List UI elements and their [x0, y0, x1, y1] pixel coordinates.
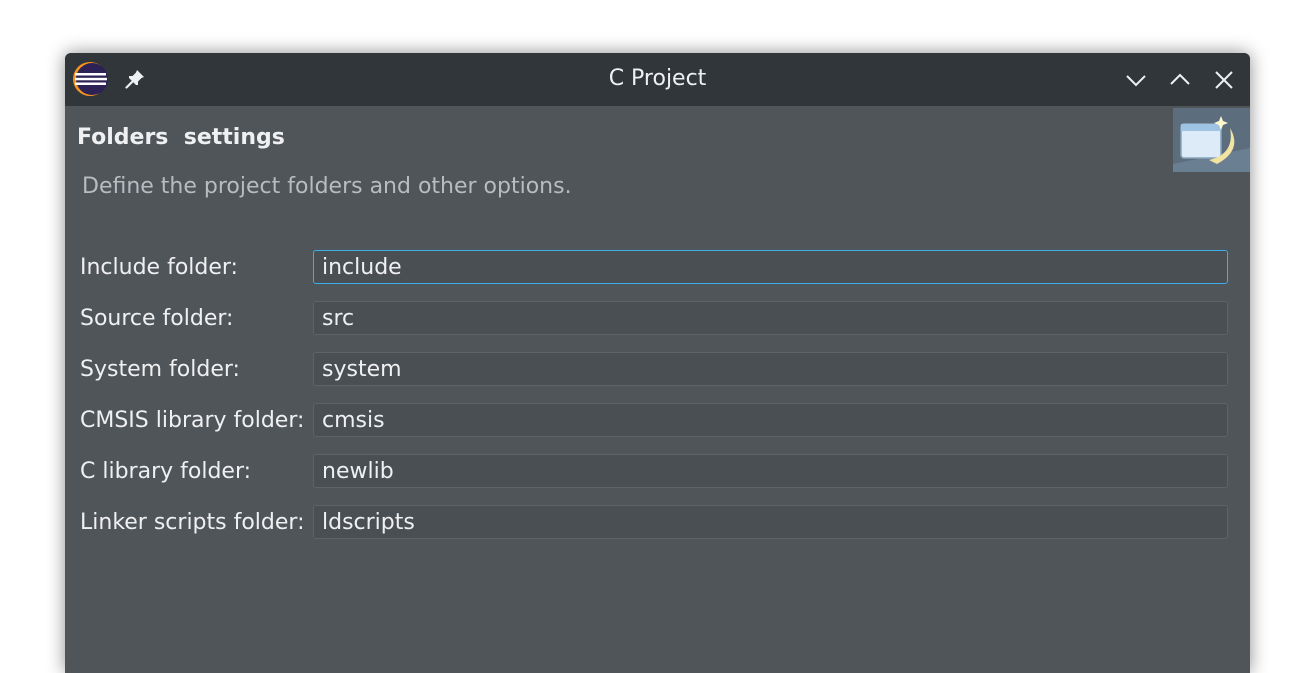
c-library-folder-label: C library folder:	[80, 459, 252, 484]
dialog-window: C Project Folders settings Define the pr…	[65, 53, 1250, 673]
cmsis-library-folder-label: CMSIS library folder:	[80, 408, 305, 433]
wizard-banner-icon	[1173, 108, 1250, 172]
include-folder-input[interactable]	[313, 250, 1228, 284]
linker-scripts-folder-label: Linker scripts folder:	[80, 510, 305, 535]
minimize-icon[interactable]	[1122, 66, 1150, 94]
include-folder-label: Include folder:	[80, 255, 238, 280]
page-title: Folders settings	[77, 125, 285, 150]
linker-scripts-folder-input[interactable]	[313, 505, 1228, 539]
source-folder-label: Source folder:	[80, 306, 234, 331]
maximize-icon[interactable]	[1166, 66, 1194, 94]
close-icon[interactable]	[1210, 66, 1238, 94]
system-folder-input[interactable]	[313, 352, 1228, 386]
c-library-folder-input[interactable]	[313, 454, 1228, 488]
system-folder-label: System folder:	[80, 357, 240, 382]
page-description: Define the project folders and other opt…	[82, 174, 572, 199]
title-bar[interactable]: C Project	[65, 53, 1250, 106]
source-folder-input[interactable]	[313, 301, 1228, 335]
cmsis-library-folder-input[interactable]	[313, 403, 1228, 437]
window-title: C Project	[608, 66, 707, 91]
